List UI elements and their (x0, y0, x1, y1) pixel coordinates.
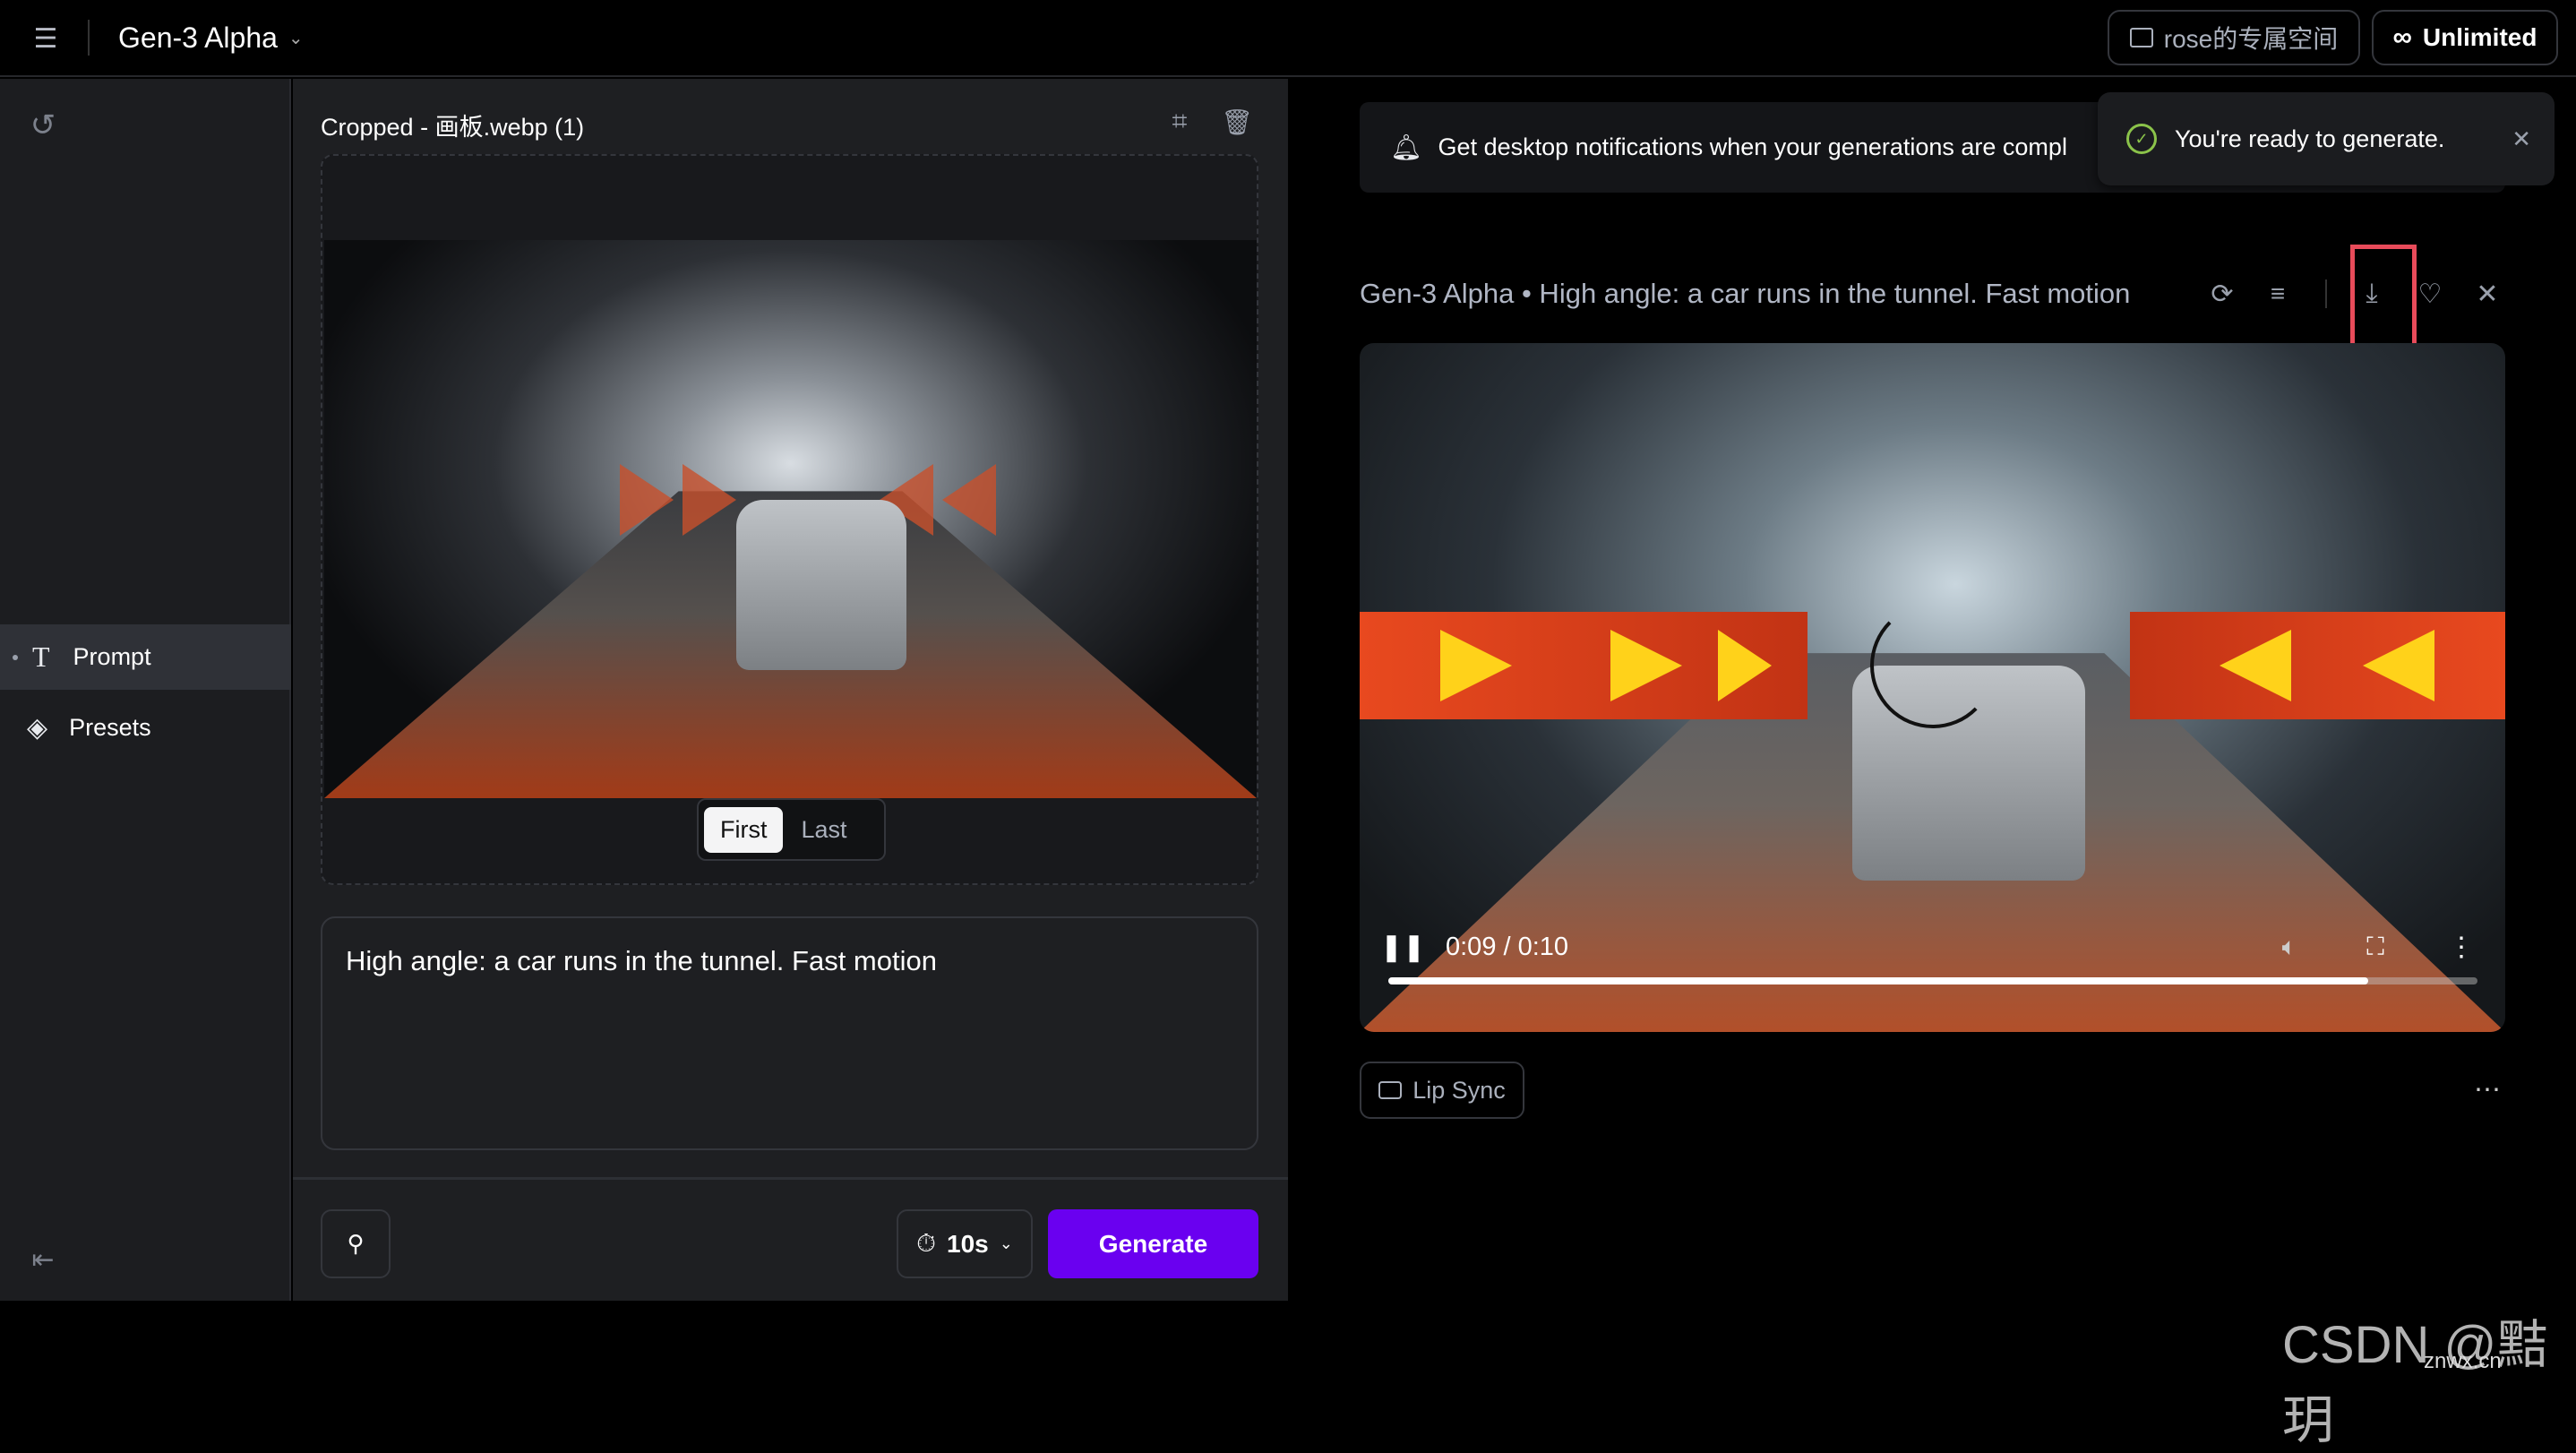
top-bar: ☰ Gen-3 Alpha ⌄ rose的专属空间 ∞ Unlimited (0, 0, 2576, 77)
toggle-last[interactable]: Last (788, 807, 859, 853)
video-time: 0:09 / 0:10 (1446, 933, 1569, 961)
more-horizontal-icon[interactable]: ⋯ (2471, 1073, 2503, 1105)
duration-select[interactable]: ⏱ 10s ⌄ (897, 1209, 1033, 1278)
chevron-marker (683, 464, 736, 536)
toast: ✓ You're ready to generate. ✕ (2098, 92, 2555, 185)
duration-value: 10s (947, 1229, 989, 1258)
details-list-icon[interactable]: ≡ (2262, 278, 2294, 310)
sidebar-item-label: Presets (69, 714, 151, 741)
video-player[interactable]: ❚❚ 0:09 / 0:10 🔈︎ ⛶ ⋮ (1360, 343, 2505, 1032)
infinity-icon: ∞ (2392, 22, 2412, 52)
chevron-marker (2363, 630, 2434, 701)
prompt-text: High angle: a car runs in the tunnel. Fa… (346, 945, 937, 976)
progress-fill (1388, 977, 2369, 984)
crop-icon[interactable]: ⌗ (1163, 106, 1196, 138)
sliders-icon: ⚲ (347, 1230, 365, 1257)
lip-sync-label: Lip Sync (1413, 1076, 1506, 1104)
fullscreen-icon[interactable]: ⛶ (2359, 931, 2391, 963)
image-dropzone[interactable]: First Last (321, 154, 1258, 885)
watermark: CSDN @黠玥 (2282, 1303, 2576, 1453)
progress-track[interactable] (1388, 977, 2477, 984)
workspace-button[interactable]: rose的专属空间 (2108, 10, 2360, 65)
more-vertical-icon[interactable]: ⋮ (2445, 931, 2477, 963)
plan-label: Unlimited (2422, 23, 2537, 51)
volume-icon[interactable]: 🔈︎ (2273, 931, 2306, 963)
bell-icon: 🔔︎ (1390, 133, 1422, 161)
history-icon[interactable]: ↺ (27, 108, 59, 142)
chevron-marker (1718, 630, 1772, 701)
watermark-text: CSDN @黠玥 (2282, 1316, 2549, 1449)
divider (2325, 279, 2327, 308)
folder-icon (2129, 28, 2153, 47)
chevron-down-icon: ⌄ (999, 1234, 1013, 1252)
check-circle-icon: ✓ (2126, 124, 2157, 154)
generate-button[interactable]: Generate (1048, 1209, 1258, 1278)
chevron-marker (1440, 630, 1512, 701)
frame-toggle: First Last (697, 798, 886, 861)
generate-label: Generate (1098, 1229, 1208, 1258)
hamburger-icon[interactable]: ☰ (30, 23, 61, 54)
chevron-marker (620, 464, 674, 536)
refresh-icon[interactable]: ⟳ (2206, 278, 2238, 310)
close-toast-icon[interactable]: ✕ (2512, 125, 2531, 153)
active-dot (13, 654, 18, 660)
unlimited-button[interactable]: ∞ Unlimited (2372, 10, 2558, 65)
sidebar-item-label: Prompt (73, 643, 151, 670)
output-panel: 🔔︎ Get desktop notifications when your g… (1288, 79, 2576, 1449)
close-icon[interactable]: ✕ (2471, 278, 2503, 310)
generation-title: Gen-3 Alpha • High angle: a car runs in … (1360, 278, 2131, 309)
annotation-highlight-box (2350, 245, 2417, 357)
file-title: Cropped - 画板.webp (1) (321, 114, 585, 141)
loading-spinner (1870, 603, 1996, 728)
notification-text: Get desktop notifications when your gene… (1438, 133, 2067, 160)
trash-icon[interactable]: 🗑 (1221, 106, 1253, 138)
right-barrier (2130, 612, 2505, 719)
model-selector[interactable]: Gen-3 Alpha ⌄ (118, 20, 304, 56)
layers-icon: ◈ (27, 713, 48, 743)
divider (88, 20, 90, 56)
collapse-sidebar-icon[interactable]: ⇤ (27, 1243, 59, 1276)
workspace-label: rose的专属空间 (2163, 25, 2339, 53)
input-image (324, 240, 1257, 798)
toggle-first[interactable]: First (704, 806, 784, 853)
chevron-down-icon: ⌄ (288, 28, 304, 48)
chevron-marker (942, 464, 996, 536)
stopwatch-icon: ⏱ (916, 1229, 937, 1257)
chevron-marker (2220, 630, 2291, 701)
app-title: Gen-3 Alpha (118, 21, 278, 54)
watermark-sub: znwx.cn (2424, 1349, 2502, 1373)
chevron-marker (1610, 630, 1682, 701)
lip-sync-button[interactable]: Lip Sync (1360, 1062, 1524, 1119)
text-t-icon: T (32, 641, 50, 673)
divider (293, 1177, 1288, 1180)
toast-text: You're ready to generate. (2175, 125, 2445, 152)
sidebar: ↺ T Prompt ◈ Presets ⇤ (0, 79, 291, 1301)
lip-sync-icon (1378, 1081, 1403, 1099)
prompt-textarea[interactable]: High angle: a car runs in the tunnel. Fa… (321, 916, 1258, 1150)
settings-button[interactable]: ⚲ (321, 1209, 391, 1278)
sidebar-item-prompt[interactable]: T Prompt (0, 624, 291, 690)
heart-icon[interactable]: ♡ (2414, 278, 2446, 310)
input-panel: Cropped - 画板.webp (1) ⌗ 🗑 First Last Hig… (293, 79, 1288, 1301)
pause-icon[interactable]: ❚❚ (1380, 931, 1425, 963)
sidebar-item-presets[interactable]: ◈ Presets (0, 695, 291, 761)
car (736, 500, 906, 670)
